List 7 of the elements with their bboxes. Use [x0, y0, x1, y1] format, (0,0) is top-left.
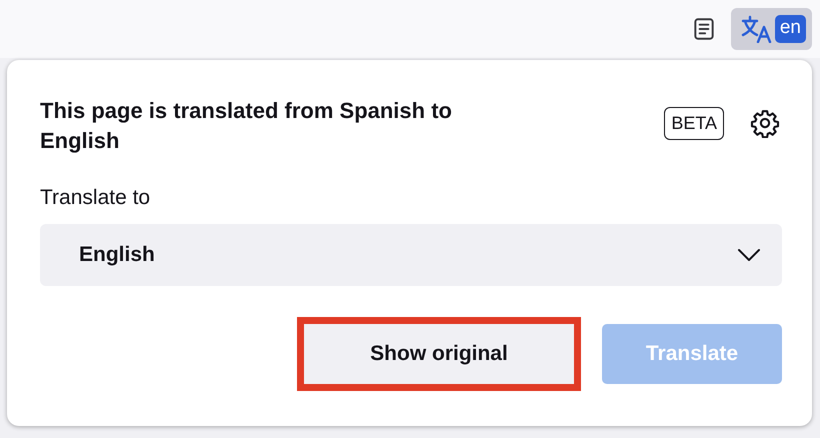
- beta-label: BETA: [664, 107, 724, 140]
- field-label: Translate to: [40, 186, 152, 210]
- popup-title: This page is translated from Spanish to English: [40, 97, 453, 155]
- translation-button[interactable]: en: [730, 8, 812, 50]
- language-select[interactable]: English: [40, 224, 782, 286]
- language-badge: en: [774, 15, 806, 43]
- show-original-button[interactable]: Show original: [297, 317, 581, 391]
